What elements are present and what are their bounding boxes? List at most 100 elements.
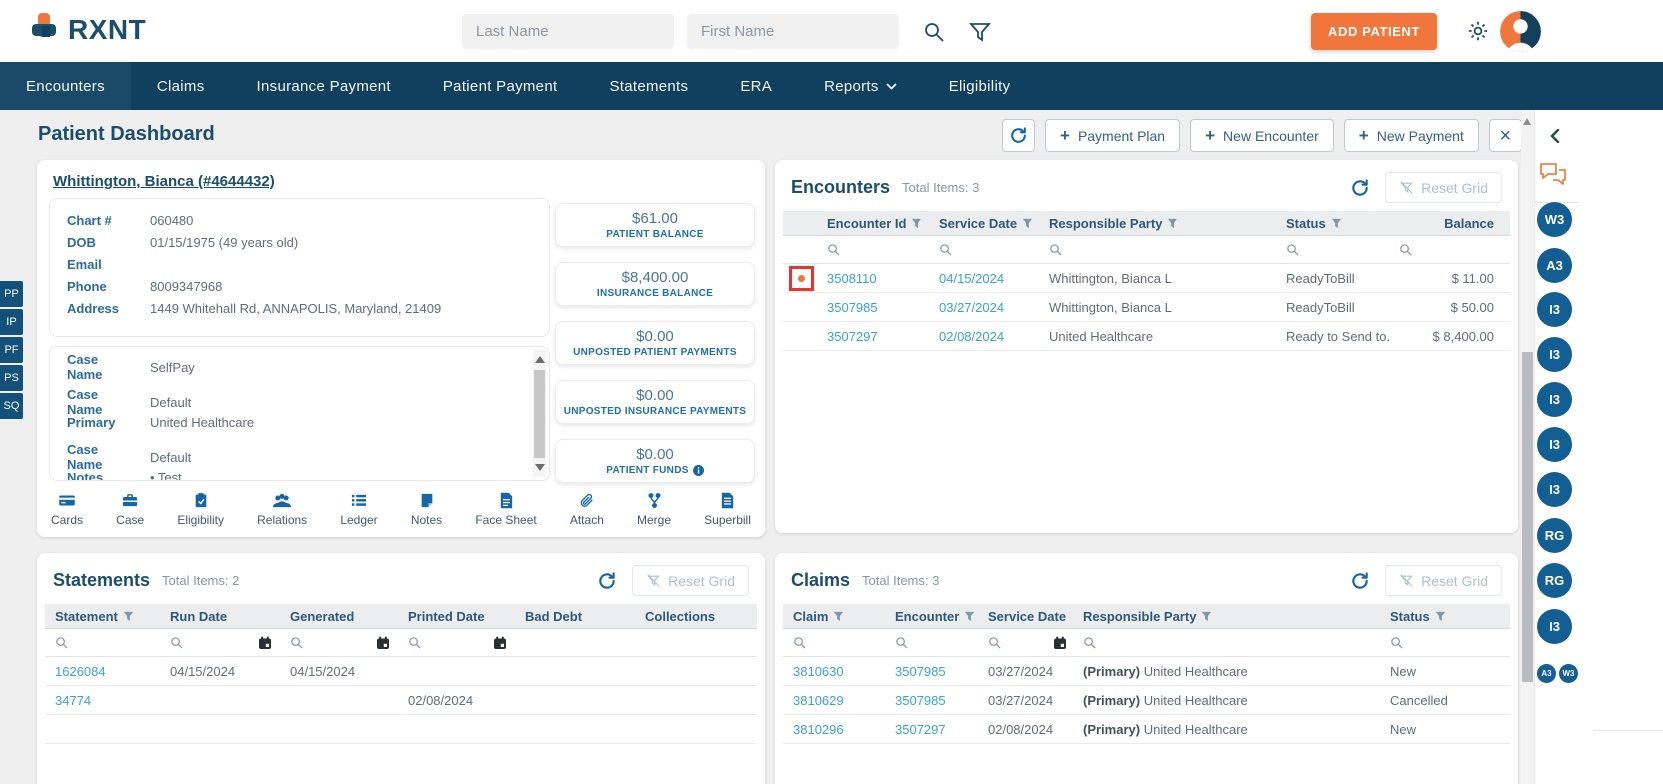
side-tab-ps[interactable]: PS [0,365,23,391]
toolbar-attach[interactable]: Attach [570,492,604,527]
collapse-chevron-icon[interactable] [1543,124,1567,148]
calendar-icon[interactable] [493,636,515,650]
claim-id-link[interactable]: 3810630 [793,664,844,679]
claim-id-link[interactable]: 3810629 [793,693,844,708]
queue-badge[interactable]: RG [1537,518,1572,553]
column-filter-icon[interactable] [833,611,844,622]
calendar-icon[interactable] [258,636,280,650]
toolbar-case[interactable]: Case [116,492,144,527]
statement-row[interactable]: 34774 02/08/2024 [45,686,757,715]
nav-tab-era[interactable]: ERA [714,62,798,110]
last-name-input[interactable] [462,14,674,49]
queue-badge[interactable]: I3 [1537,382,1572,417]
nav-tab-insurance-payment[interactable]: Insurance Payment [231,62,417,110]
statement-id-link[interactable]: 1626084 [55,664,106,679]
column-filter-icon[interactable] [123,611,134,622]
encounter-row[interactable]: 3508110 04/15/2024 Whittington, Bianca L… [783,264,1510,293]
reset-grid-button[interactable]: Reset Grid [1385,172,1502,203]
queue-badge[interactable]: I3 [1537,472,1572,507]
queue-badge[interactable]: RG [1537,563,1572,598]
queue-badge-small[interactable]: A3 [1537,664,1556,683]
scroll-down-arrow[interactable] [535,464,545,471]
info-icon[interactable] [692,465,704,476]
encounter-id-link[interactable]: 3507297 [827,329,878,344]
toolbar-superbill[interactable]: Superbill [704,492,751,527]
claim-row[interactable]: 3810296 3507297 02/08/2024 (Primary) Uni… [783,715,1510,744]
scroll-up-arrow[interactable] [535,356,545,363]
side-tab-ip[interactable]: IP [0,309,23,335]
filter-generated[interactable] [280,636,398,650]
first-name-input[interactable] [687,14,899,49]
filter-statement[interactable] [45,636,160,649]
encounter-row[interactable]: 3507297 02/08/2024 United Healthcare Rea… [783,322,1510,351]
nav-tab-statements[interactable]: Statements [583,62,714,110]
filter-status[interactable] [1380,636,1510,649]
gear-icon[interactable] [1466,19,1490,43]
nav-tab-encounters[interactable]: Encounters [0,62,131,110]
filter-service-date[interactable] [929,243,1039,256]
side-tab-pp[interactable]: PP [0,281,23,307]
page-scrollbar[interactable] [1521,110,1534,784]
encounter-row[interactable]: 3507985 03/27/2024 Whittington, Bianca L… [783,293,1510,322]
service-date-link[interactable]: 03/27/2024 [939,300,1004,315]
close-dashboard-button[interactable]: × [1488,119,1522,152]
queue-badge[interactable]: I3 [1537,292,1572,327]
calendar-icon[interactable] [376,636,398,650]
side-tab-pf[interactable]: PF [0,337,23,363]
column-filter-icon[interactable] [1435,611,1446,622]
queue-badge-small[interactable]: W3 [1559,664,1578,683]
case-scrollbar[interactable] [533,350,546,477]
claim-encounter-link[interactable]: 3507985 [895,693,946,708]
claim-encounter-link[interactable]: 3507297 [895,722,946,737]
scrollbar-thumb[interactable] [1522,352,1533,682]
payment-plan-button[interactable]: + Payment Plan [1045,119,1181,152]
scrollbar-thumb[interactable] [534,370,545,458]
filter-responsible-party[interactable] [1039,243,1276,256]
toolbar-notes[interactable]: Notes [411,492,442,527]
chat-icon[interactable] [1539,162,1569,188]
refresh-button[interactable] [1002,119,1035,152]
refresh-icon[interactable] [594,568,620,594]
nav-tab-claims[interactable]: Claims [131,62,231,110]
reset-grid-button[interactable]: Reset Grid [1385,565,1502,596]
statement-id-link[interactable]: 34774 [55,693,91,708]
add-patient-button[interactable]: ADD PATIENT [1311,13,1437,50]
column-filter-icon[interactable] [1167,218,1178,229]
encounter-id-link[interactable]: 3507985 [827,300,878,315]
statement-row[interactable]: 1626084 04/15/2024 04/15/2024 [45,657,757,686]
toolbar-ledger[interactable]: Ledger [340,492,378,527]
column-filter-icon[interactable] [1201,611,1212,622]
claim-encounter-link[interactable]: 3507985 [895,664,946,679]
rxnt-logo[interactable]: RXNT [30,11,146,49]
nav-tab-patient-payment[interactable]: Patient Payment [417,62,584,110]
queue-badge[interactable]: W3 [1537,202,1572,237]
new-payment-button[interactable]: + New Payment [1343,119,1479,152]
filter-encounter[interactable] [885,636,978,649]
reset-grid-button[interactable]: Reset Grid [632,565,749,596]
user-avatar[interactable] [1500,11,1541,52]
column-filter-icon[interactable] [1022,218,1033,229]
toolbar-eligibility[interactable]: Eligibility [177,492,224,527]
filter-service-date[interactable] [978,636,1073,650]
column-filter-icon[interactable] [911,218,922,229]
filter-status[interactable] [1276,243,1389,256]
filter-run-date[interactable] [160,636,280,650]
queue-badge[interactable]: A3 [1537,248,1572,283]
scroll-up-arrow[interactable] [1523,118,1531,125]
nav-tab-reports[interactable]: Reports [798,62,923,110]
side-tab-sq[interactable]: SQ [0,393,23,419]
claim-id-link[interactable]: 3810296 [793,722,844,737]
claim-row[interactable]: 3810629 3507985 03/27/2024 (Primary) Uni… [783,686,1510,715]
filter-encounter-id[interactable] [817,243,929,256]
filter-printed-date[interactable] [398,636,515,650]
filter-claim[interactable] [783,636,885,649]
queue-badge[interactable]: I3 [1537,337,1572,372]
filter-responsible-party[interactable] [1073,636,1380,649]
service-date-link[interactable]: 04/15/2024 [939,271,1004,286]
column-filter-icon[interactable] [964,611,975,622]
claim-row[interactable]: 3810630 3507985 03/27/2024 (Primary) Uni… [783,657,1510,686]
column-filter-icon[interactable] [1331,218,1342,229]
calendar-icon[interactable] [1053,636,1073,650]
patient-name-link[interactable]: Whittington, Bianca (#4644432) [53,173,275,190]
encounter-id-link[interactable]: 3508110 [827,271,877,286]
